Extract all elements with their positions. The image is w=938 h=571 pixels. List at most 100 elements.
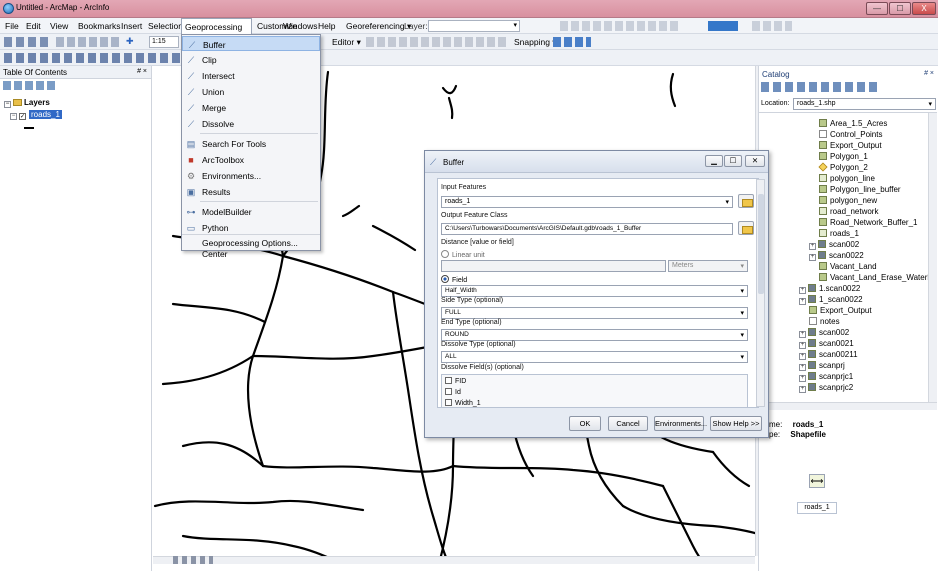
editor-menu[interactable]: Editor ▾ xyxy=(332,37,361,48)
catalog-horizontal-scrollbar[interactable] xyxy=(759,402,937,410)
menu-item-modelbuilder[interactable]: ⊶ ModelBuilder xyxy=(182,204,320,219)
catalog-scrollbar[interactable] xyxy=(928,113,937,402)
catalog-item[interactable]: +1_scan0022 xyxy=(799,295,863,305)
catalog-item[interactable]: Export_Output xyxy=(819,141,882,150)
environments-button[interactable]: Environments... xyxy=(654,416,707,431)
catalog-item[interactable]: Polygon_line_buffer xyxy=(819,185,901,194)
dialog-scrollbar[interactable] xyxy=(756,179,765,407)
view-toggle-icons[interactable] xyxy=(173,556,213,564)
menu-item-union[interactable]: ⟋ Union xyxy=(182,84,320,99)
menu-edit[interactable]: Edit xyxy=(26,21,41,31)
menu-item-arctoolbox[interactable]: ■ ArcToolbox xyxy=(182,152,320,167)
menu-item-merge[interactable]: ⟋ Merge xyxy=(182,100,320,115)
menu-view[interactable]: View xyxy=(50,21,68,31)
location-input[interactable]: roads_1.shp ▾ xyxy=(793,98,936,110)
toc-view-icons[interactable] xyxy=(3,81,57,90)
checkbox[interactable] xyxy=(445,388,452,395)
dialog-title-bar[interactable]: ⟋ Buffer ▁ ☐ ✕ xyxy=(425,151,768,173)
catalog-item[interactable]: Polygon_1 xyxy=(819,152,868,161)
expand-icon[interactable]: + xyxy=(809,243,816,250)
menu-item-search-for-tools[interactable]: ▤ Search For Tools xyxy=(182,136,320,151)
snapping-tool-icons[interactable] xyxy=(553,37,591,47)
expand-icon[interactable]: + xyxy=(799,353,806,360)
menu-geoprocessing[interactable]: Geoprocessing xyxy=(181,18,252,34)
catalog-item[interactable]: + scan002 xyxy=(799,328,849,338)
catalog-toolbar-icons[interactable] xyxy=(761,82,881,92)
output-feature-class-input[interactable]: C:\Users\Turbowars\Documents\ArcGIS\Defa… xyxy=(441,223,733,235)
catalog-item[interactable]: + scan00211 xyxy=(799,350,858,360)
map-horizontal-scrollbar[interactable] xyxy=(153,556,755,564)
close-button[interactable]: X xyxy=(912,2,936,15)
show-help-button[interactable]: Show Help >> xyxy=(710,416,762,431)
expand-icon[interactable]: + xyxy=(799,375,806,382)
layer-visible-checkbox[interactable]: ✓ xyxy=(19,113,26,120)
menu-insert[interactable]: Insert xyxy=(121,21,142,31)
browse-folder-icon[interactable] xyxy=(738,221,754,235)
layers-root[interactable]: − Layers xyxy=(4,98,50,108)
menu-item-python[interactable]: ▭ Python xyxy=(182,220,320,235)
browse-folder-icon[interactable] xyxy=(738,194,754,208)
field-dropdown[interactable]: Half_Width ▾ xyxy=(441,285,748,297)
add-data-icon[interactable]: ✚ xyxy=(126,37,136,47)
ok-button[interactable]: OK xyxy=(569,416,601,431)
catalog-item[interactable]: Export_Output xyxy=(809,306,872,315)
menu-bookmarks[interactable]: Bookmarks xyxy=(78,21,121,31)
misc-tool-icons[interactable] xyxy=(752,21,792,31)
catalog-item[interactable]: + scanprjc1 xyxy=(799,372,853,382)
catalog-item[interactable]: notes xyxy=(809,317,840,326)
dissolve-field-id[interactable]: Id xyxy=(445,388,461,396)
catalog-item[interactable]: Vacant_Land_Erase_Waterbodi xyxy=(819,273,937,282)
toc-layer-label[interactable]: roads_1 xyxy=(29,110,62,119)
catalog-item[interactable]: roads_1 xyxy=(819,229,859,238)
dialog-minimize-button[interactable]: ▁ xyxy=(705,155,723,167)
dissolve-field-width[interactable]: Width_1 xyxy=(445,399,481,407)
catalog-item[interactable]: Vacant_Land xyxy=(819,262,877,271)
maximize-button[interactable]: ☐ xyxy=(889,2,911,15)
menu-item-geoprocessing-options[interactable]: Geoprocessing Options... xyxy=(182,234,320,250)
expand-icon[interactable]: + xyxy=(799,331,806,338)
checkbox[interactable] xyxy=(445,399,452,406)
catalog-item[interactable]: +1.scan0022 xyxy=(799,284,860,294)
catalog-item[interactable]: Control_Points xyxy=(819,130,882,139)
navigation-tool-icons[interactable] xyxy=(4,53,184,63)
menu-item-clip[interactable]: ⟋ Clip xyxy=(182,52,320,67)
catalog-item[interactable]: + scan0022 xyxy=(809,251,864,261)
menu-item-dissolve[interactable]: ⟋ Dissolve xyxy=(182,116,320,131)
dialog-close-button[interactable]: ✕ xyxy=(745,155,765,167)
menu-item-buffer[interactable]: ⟋ Buffer xyxy=(182,36,320,51)
expand-icon[interactable]: + xyxy=(799,386,806,393)
collapse-icon[interactable]: − xyxy=(4,101,11,108)
dissolve-field-fid[interactable]: FID xyxy=(445,377,466,385)
catalog-item[interactable]: polygon_line xyxy=(819,174,875,183)
scale-input[interactable]: 1:15 xyxy=(149,36,179,48)
catalog-item[interactable]: + scan0021 xyxy=(799,339,854,349)
catalog-item[interactable]: Area_1.5_Acres xyxy=(819,119,887,128)
scrollbar-thumb[interactable] xyxy=(758,194,764,294)
expand-icon[interactable]: + xyxy=(809,254,816,261)
input-features-dropdown[interactable]: roads_1 ▾ xyxy=(441,196,733,208)
end-type-dropdown[interactable]: ROUND ▾ xyxy=(441,329,748,341)
minimize-button[interactable]: — xyxy=(866,2,888,15)
layer-dropdown[interactable]: ▾ xyxy=(428,20,520,32)
expand-icon[interactable]: + xyxy=(799,298,806,305)
field-radio[interactable]: Field xyxy=(441,275,467,284)
edit-tool-icons[interactable] xyxy=(56,37,122,47)
color-swatch[interactable] xyxy=(708,21,738,31)
checkbox[interactable] xyxy=(445,377,452,384)
expand-icon[interactable]: + xyxy=(799,287,806,294)
georef-tool-icons[interactable] xyxy=(560,21,680,31)
cancel-button[interactable]: Cancel xyxy=(608,416,648,431)
catalog-item[interactable]: + scanprj xyxy=(799,361,845,371)
catalog-item[interactable]: road_network xyxy=(819,207,878,216)
menu-item-intersect[interactable]: ⟋ Intersect xyxy=(182,68,320,83)
menu-help[interactable]: Help xyxy=(318,21,335,31)
menu-selection[interactable]: Selection xyxy=(148,21,183,31)
catalog-item[interactable]: Road_Network_Buffer_1 xyxy=(819,218,917,227)
dialog-maximize-button[interactable]: ☐ xyxy=(724,155,742,167)
menu-item-environments[interactable]: ⚙ Environments... xyxy=(182,168,320,183)
menu-item-results[interactable]: ▣ Results xyxy=(182,184,320,199)
expand-icon[interactable]: + xyxy=(799,342,806,349)
side-type-dropdown[interactable]: FULL ▾ xyxy=(441,307,748,319)
catalog-item[interactable]: Polygon_2 xyxy=(818,162,868,172)
menu-file[interactable]: File xyxy=(5,21,19,31)
